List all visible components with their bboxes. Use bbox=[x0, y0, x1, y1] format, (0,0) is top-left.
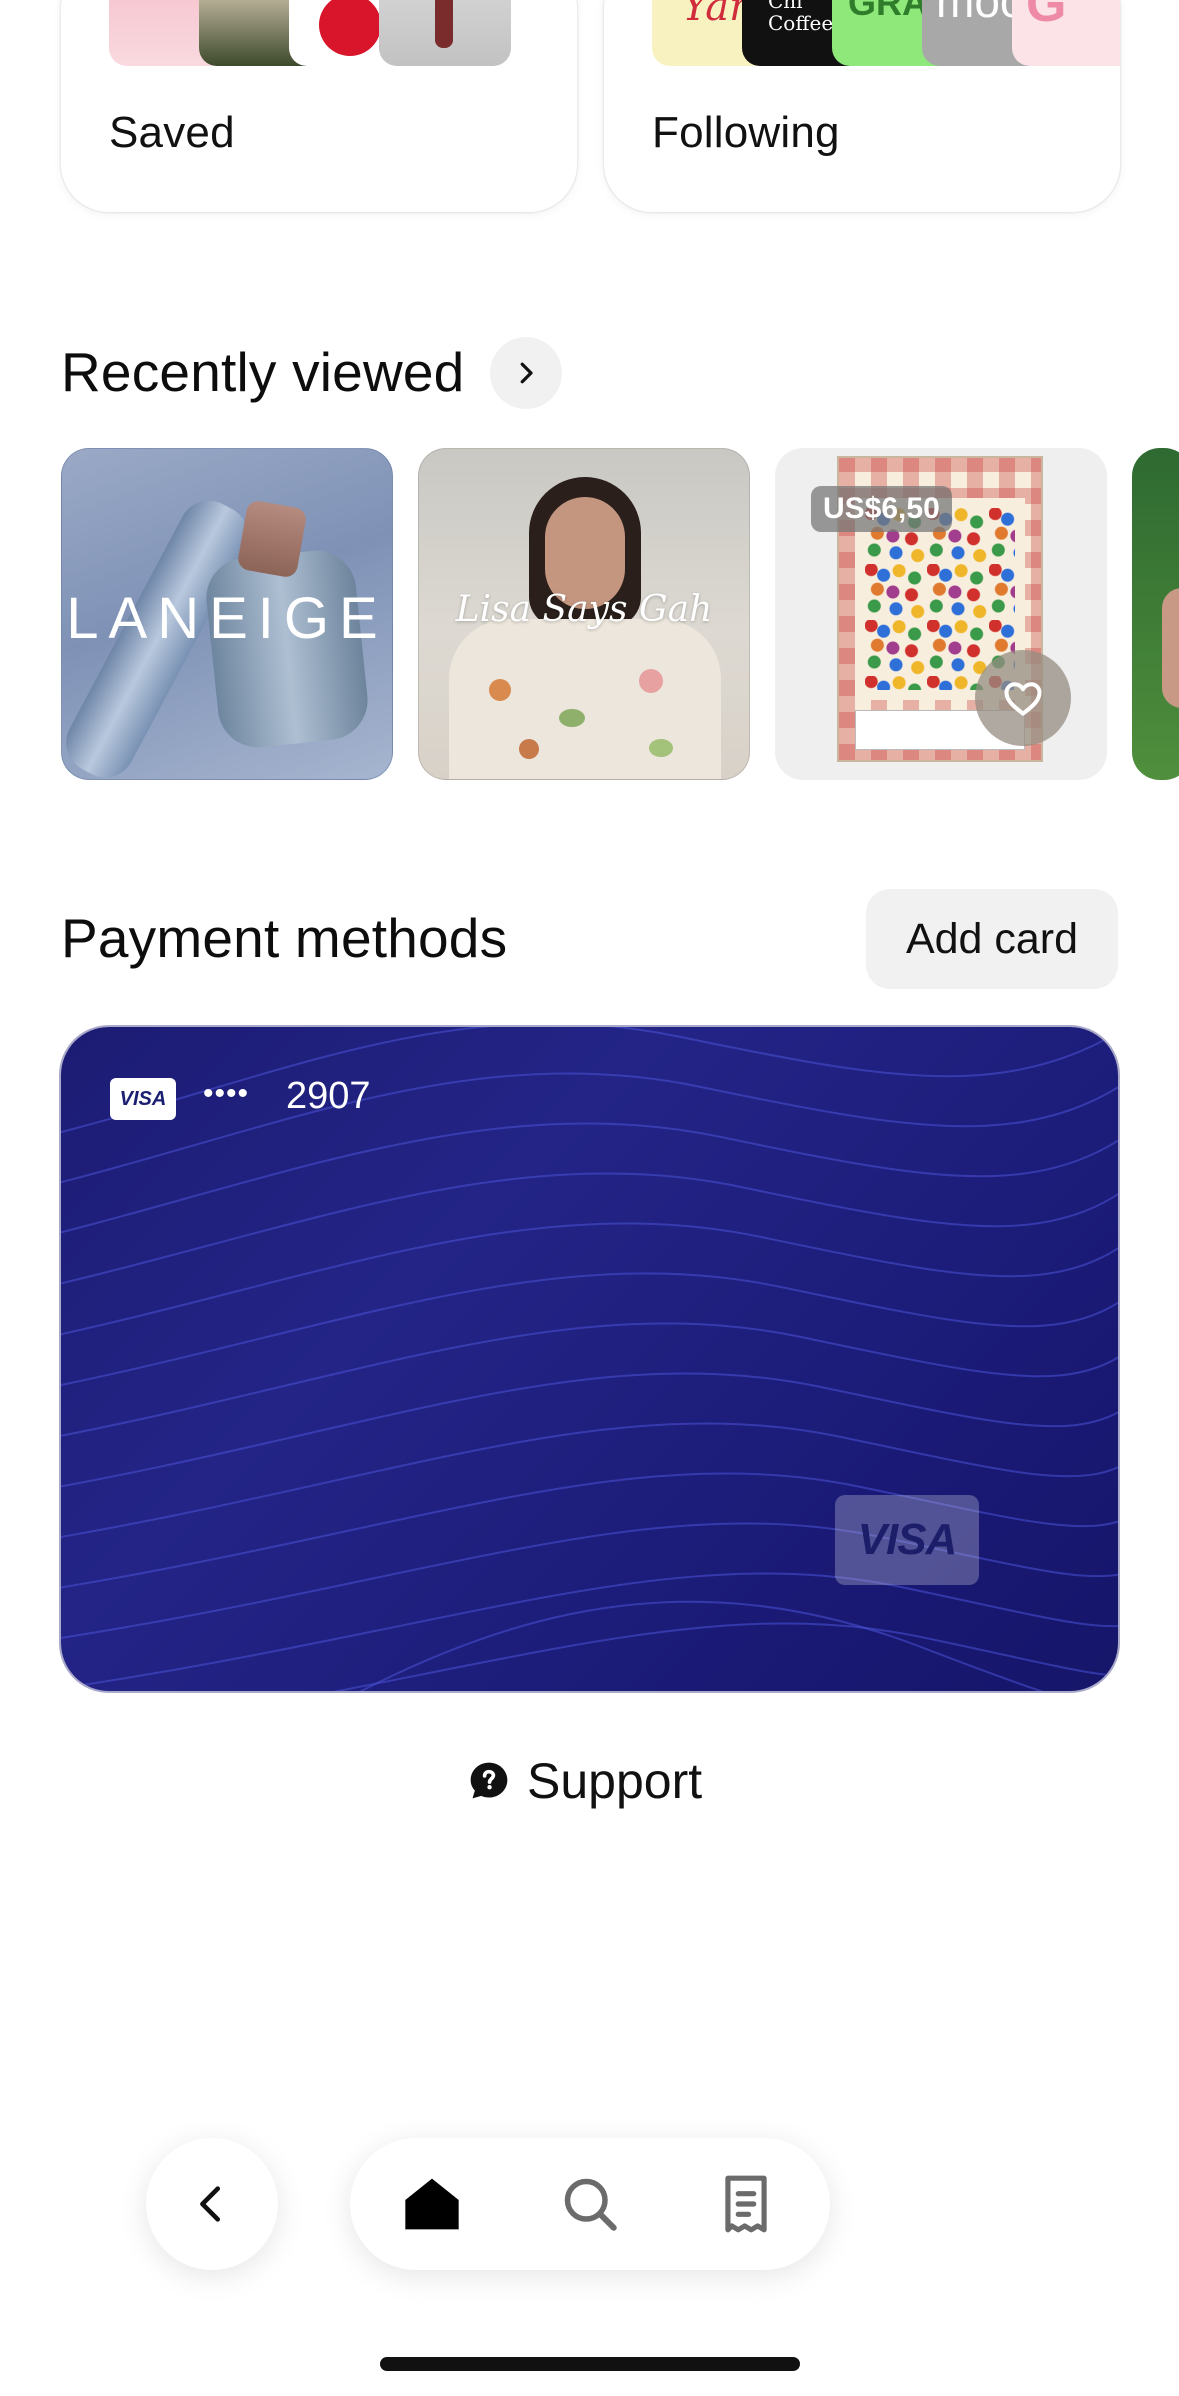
saved-thumb-4 bbox=[379, 0, 511, 66]
saved-thumbnails bbox=[109, 0, 569, 66]
home-icon bbox=[405, 2178, 459, 2230]
saved-card[interactable]: Saved bbox=[61, 0, 577, 212]
card-last-four: 2907 bbox=[286, 1075, 371, 1117]
recently-viewed-item-partial[interactable] bbox=[1132, 448, 1179, 780]
nav-home-button[interactable] bbox=[400, 2172, 464, 2236]
saved-label: Saved bbox=[109, 108, 235, 157]
favorite-button[interactable] bbox=[975, 650, 1071, 746]
following-label: Following bbox=[652, 108, 840, 157]
partial-item-highlight bbox=[1162, 588, 1179, 708]
recently-viewed-item-lisa-says-gah[interactable]: Lisa Says Gah bbox=[418, 448, 750, 780]
laneige-brand-text: LANEIGE bbox=[66, 586, 388, 651]
back-button[interactable] bbox=[146, 2138, 278, 2270]
bottom-nav-bar bbox=[350, 2138, 830, 2270]
search-icon bbox=[564, 2178, 617, 2231]
card-wave-pattern bbox=[61, 1027, 1118, 1691]
visa-card[interactable]: VISA •••• 2907 VISA bbox=[61, 1027, 1118, 1691]
recently-viewed-see-all-button[interactable] bbox=[490, 337, 562, 409]
following-thumb-5: G bbox=[1012, 0, 1120, 66]
recently-viewed-item-sticker-sheet[interactable]: US$6,50 bbox=[775, 448, 1107, 780]
following-thumb-5-text: G bbox=[1026, 0, 1067, 33]
receipt-icon bbox=[725, 2175, 767, 2233]
support-link[interactable]: Support bbox=[467, 1752, 702, 1810]
chevron-left-icon bbox=[200, 2186, 221, 2222]
card-masked-dots: •••• bbox=[203, 1077, 250, 1110]
price-badge: US$6,50 bbox=[811, 486, 952, 532]
following-card[interactable]: Yan Chi Coffee GRAZ moc G Following bbox=[604, 0, 1120, 212]
help-circle-icon bbox=[470, 1762, 508, 1799]
model-shirt bbox=[449, 619, 721, 779]
heart-icon bbox=[1004, 682, 1042, 716]
following-thumb-4-text: moc bbox=[936, 0, 1023, 27]
following-thumbnails: Yan Chi Coffee GRAZ moc G bbox=[652, 0, 1120, 66]
chevron-right-icon bbox=[520, 362, 533, 384]
recently-viewed-title: Recently viewed bbox=[61, 341, 465, 403]
nav-orders-button[interactable] bbox=[714, 2172, 778, 2236]
payment-methods-title: Payment methods bbox=[61, 907, 508, 969]
nav-search-button[interactable] bbox=[558, 2172, 622, 2236]
add-card-button[interactable]: Add card bbox=[866, 889, 1118, 989]
recently-viewed-item-laneige[interactable]: LANEIGE bbox=[61, 448, 393, 780]
product-cap bbox=[236, 499, 308, 579]
support-label: Support bbox=[527, 1753, 703, 1809]
card-network-badge: VISA bbox=[110, 1078, 176, 1120]
visa-logo: VISA bbox=[835, 1495, 979, 1585]
lisa-says-gah-brand-text: Lisa Says Gah bbox=[455, 589, 713, 630]
home-indicator bbox=[380, 2357, 800, 2371]
